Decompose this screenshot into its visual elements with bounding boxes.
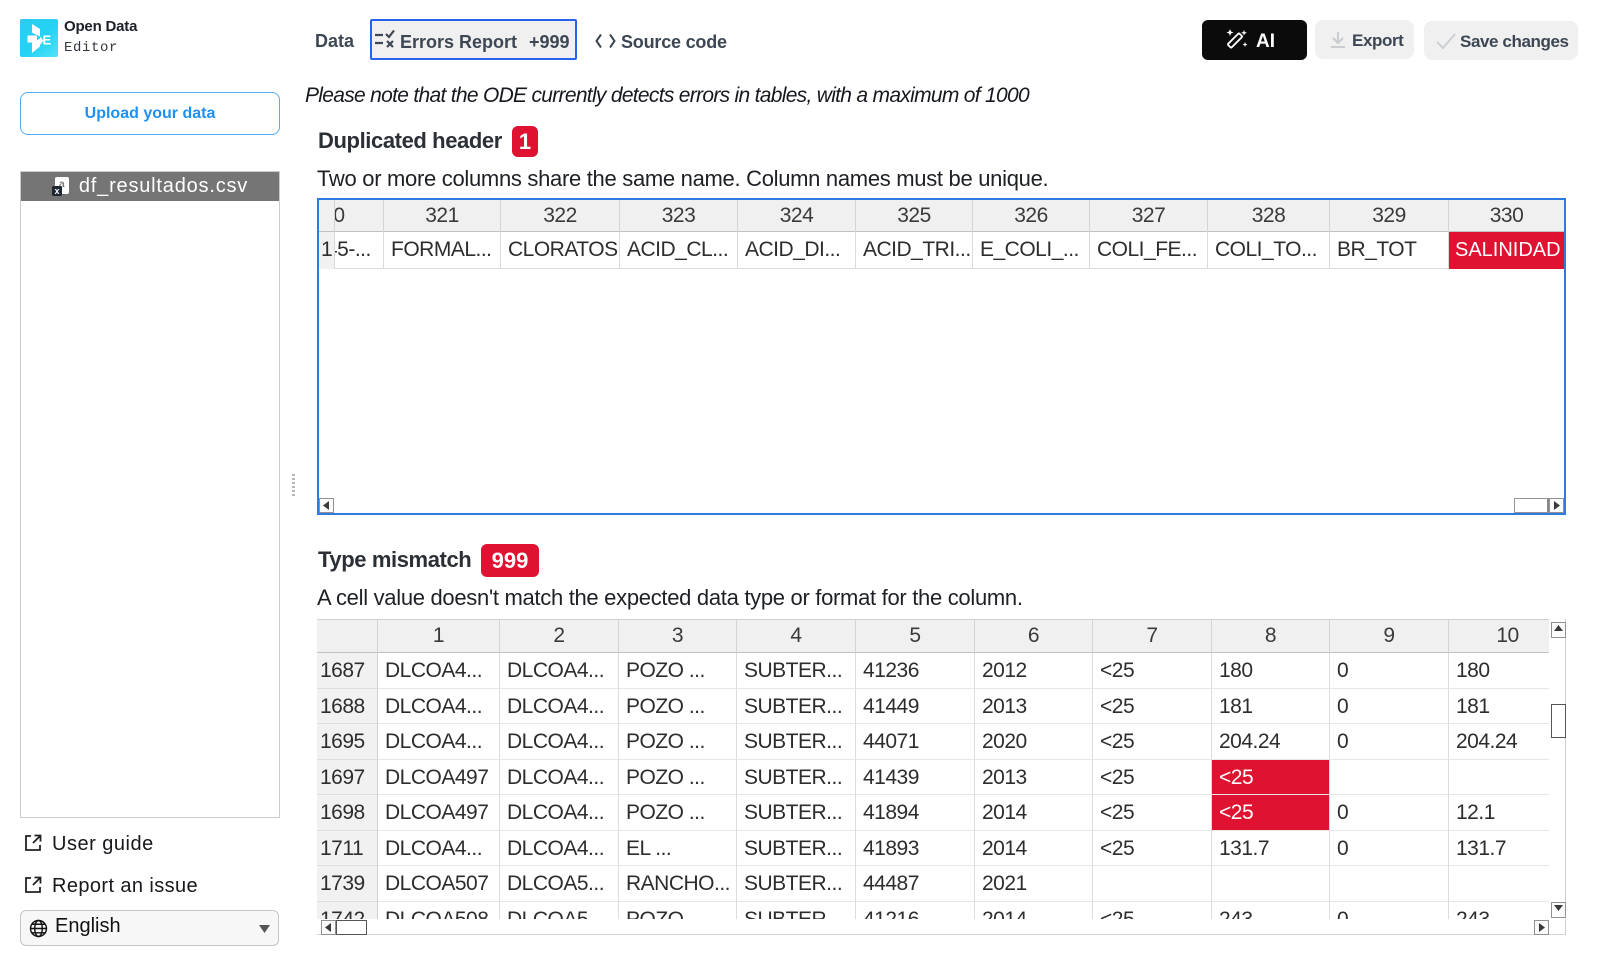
svg-text:x: x [54, 186, 60, 196]
svg-text:E: E [43, 33, 52, 48]
